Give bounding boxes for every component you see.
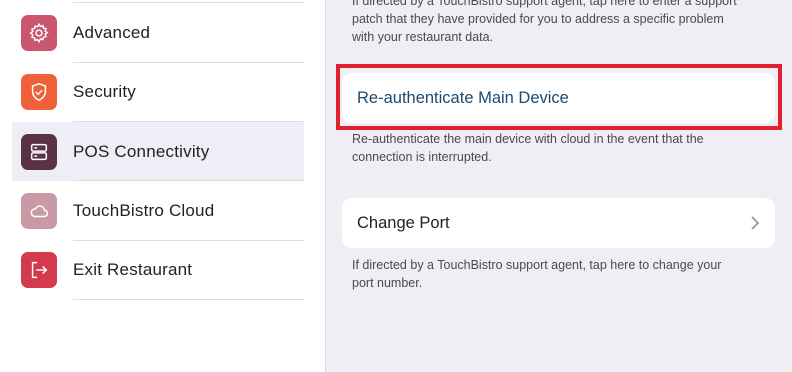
- sidebar-item-exit-restaurant[interactable]: Exit Restaurant: [12, 240, 304, 299]
- sidebar-item-pos-connectivity[interactable]: POS Connectivity: [12, 122, 304, 181]
- exit-icon: [21, 252, 57, 288]
- settings-sidebar: Advanced Security POS Connectivity Touch…: [0, 0, 326, 372]
- reauthenticate-description: Re-authenticate the main device with clo…: [352, 132, 704, 164]
- shield-icon: [21, 74, 57, 110]
- sidebar-item-label: POS Connectivity: [73, 142, 210, 161]
- sidebar-item-label: Security: [73, 82, 137, 101]
- sidebar-item-security[interactable]: Security: [12, 62, 304, 121]
- highlight-box: [336, 64, 782, 130]
- cloud-icon: [21, 193, 57, 229]
- sidebar-item-label: Exit Restaurant: [73, 260, 193, 279]
- support-patch-description: If directed by a TouchBistro support age…: [352, 0, 737, 44]
- sidebar-divider: [73, 299, 304, 300]
- sidebar-item-advanced[interactable]: Advanced: [12, 3, 304, 62]
- settings-detail-panel: If directed by a TouchBistro support age…: [326, 0, 792, 372]
- chevron-right-icon: [751, 216, 760, 230]
- gear-icon: [21, 15, 57, 51]
- sidebar-item-label: TouchBistro Cloud: [73, 201, 215, 220]
- sidebar-item-touchbistro-cloud[interactable]: TouchBistro Cloud: [12, 181, 304, 240]
- server-icon: [21, 134, 57, 170]
- change-port-button[interactable]: Change Port: [342, 198, 775, 248]
- sidebar-item-label: Advanced: [73, 23, 151, 42]
- change-port-description: If directed by a TouchBistro support age…: [352, 258, 722, 290]
- change-port-label: Change Port: [357, 214, 450, 232]
